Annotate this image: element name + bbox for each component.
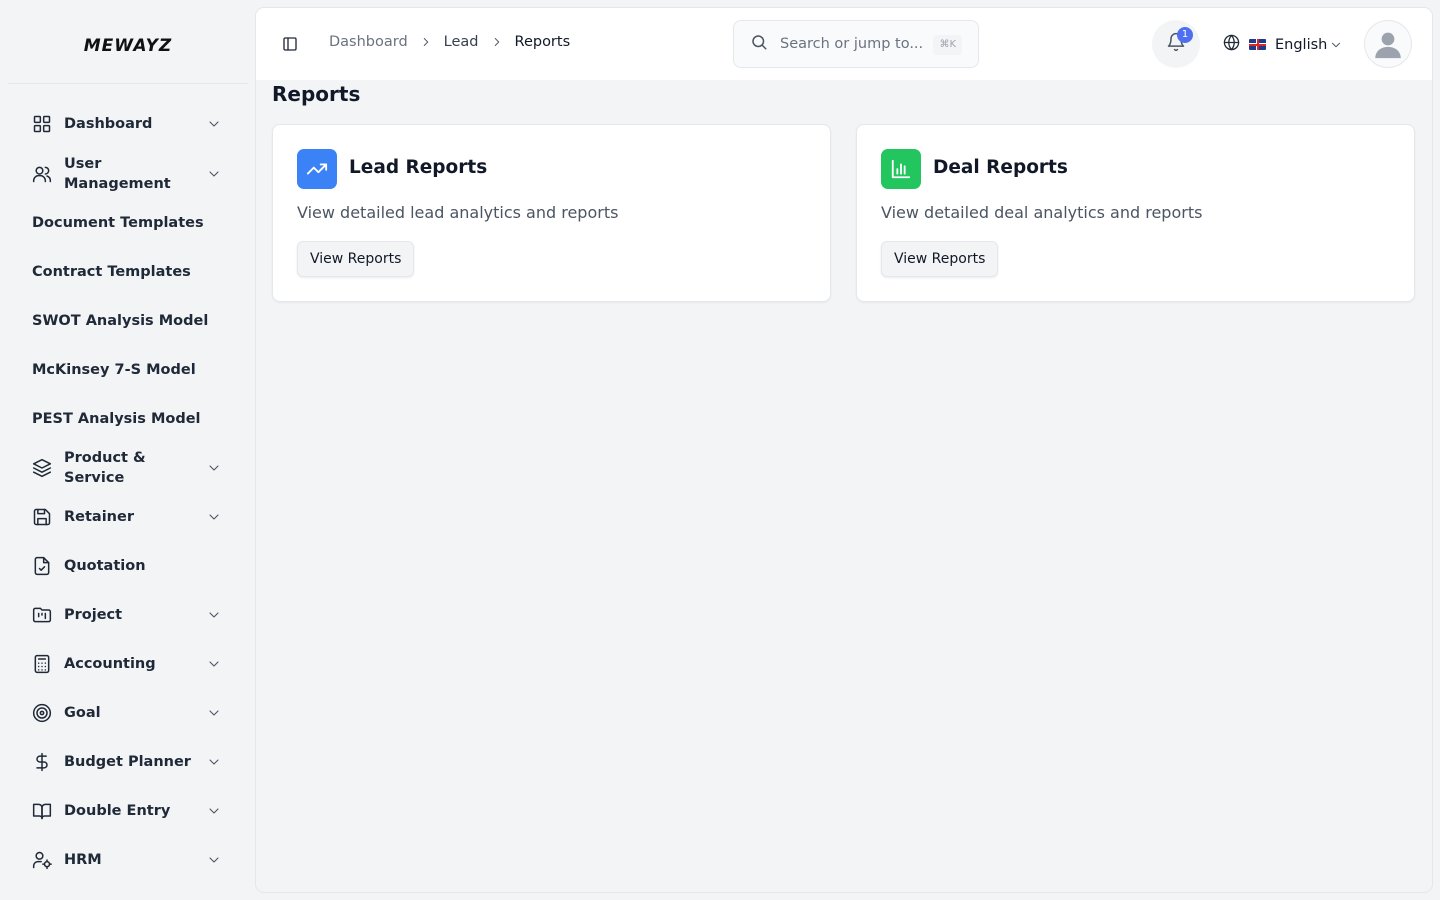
sidebar-item-label: HRM — [64, 852, 102, 868]
uk-flag-icon — [1249, 39, 1266, 50]
sidebar-item-label: Document Templates — [32, 215, 204, 231]
layers-icon — [32, 458, 52, 478]
search-icon — [750, 33, 768, 55]
logo[interactable]: MEWAYZ — [8, 8, 248, 84]
sidebar-item-document-templates[interactable]: Document Templates — [32, 213, 224, 233]
sidebar-item-budget-planner[interactable]: Budget Planner — [32, 752, 224, 772]
chevron-right-icon — [489, 34, 505, 50]
trending-up-icon — [297, 149, 337, 189]
chevron-down-icon — [206, 656, 222, 672]
notifications-button[interactable]: 1 — [1152, 20, 1200, 68]
sidebar-item-label: Retainer — [64, 509, 134, 525]
sidebar-item-label: McKinsey 7-S Model — [32, 362, 196, 378]
globe-icon — [1223, 34, 1240, 55]
chevron-down-icon — [206, 460, 222, 476]
sidebar-item-goal[interactable]: Goal — [32, 703, 224, 723]
card-title: Deal Reports — [933, 157, 1068, 178]
grid-icon — [32, 114, 52, 134]
save-icon — [32, 507, 52, 527]
dollar-icon — [32, 752, 52, 772]
card-description: View detailed deal analytics and reports — [881, 203, 1203, 222]
sidebar-item-label: PEST Analysis Model — [32, 411, 201, 427]
search-placeholder: Search or jump to... — [780, 36, 924, 52]
sidebar-item-project[interactable]: Project — [32, 605, 224, 625]
sidebar-item-label: Contract Templates — [32, 264, 191, 280]
chevron-down-icon — [206, 607, 222, 623]
file-check-icon — [32, 556, 52, 576]
sidebar-item-user-management[interactable]: User Management — [32, 154, 224, 194]
logo-text: MEWAYZ — [83, 35, 173, 56]
sidebar-item-retainer[interactable]: Retainer — [32, 507, 224, 527]
sidebar-item-swot-analysis[interactable]: SWOT Analysis Model — [32, 311, 224, 331]
search-shortcut: ⌘K — [933, 35, 962, 55]
chevron-down-icon — [1329, 38, 1343, 52]
bar-chart-icon — [881, 149, 921, 189]
search-input[interactable]: Search or jump to... ⌘K — [733, 20, 979, 68]
sidebar-item-double-entry[interactable]: Double Entry — [32, 801, 224, 821]
sidebar-item-label: User Management — [64, 156, 171, 192]
sidebar: MEWAYZ Dashboard User Management Documen… — [0, 0, 256, 900]
sidebar-item-label: Goal — [64, 705, 101, 721]
sidebar-item-label: Budget Planner — [64, 754, 191, 770]
folder-kanban-icon — [32, 605, 52, 625]
chevron-down-icon — [206, 803, 222, 819]
chevron-down-icon — [206, 116, 222, 132]
breadcrumb-reports: Reports — [514, 34, 571, 50]
chevron-down-icon — [206, 166, 222, 182]
card-title: Lead Reports — [349, 157, 488, 178]
chevron-down-icon — [206, 509, 222, 525]
language-selector[interactable]: English — [1223, 34, 1343, 55]
target-icon — [32, 703, 52, 723]
chevron-down-icon — [206, 754, 222, 770]
chevron-down-icon — [206, 705, 222, 721]
sidebar-item-label: Product & Service — [64, 450, 146, 486]
user-avatar[interactable] — [1364, 20, 1412, 68]
card-description: View detailed lead analytics and reports — [297, 203, 619, 222]
breadcrumb-lead[interactable]: Lead — [444, 34, 479, 50]
lead-reports-card: Lead Reports View detailed lead analytic… — [272, 124, 831, 302]
breadcrumb: Dashboard Lead Reports — [329, 34, 570, 50]
users-icon — [32, 164, 52, 184]
view-deal-reports-button[interactable]: View Reports — [881, 241, 999, 277]
sidebar-item-label: Double Entry — [64, 803, 171, 819]
notification-badge: 1 — [1177, 27, 1193, 43]
page-title: Reports — [272, 82, 361, 106]
book-open-icon — [32, 801, 52, 821]
chevron-down-icon — [206, 852, 222, 868]
sidebar-item-label: Quotation — [64, 558, 146, 574]
chevron-right-icon — [418, 34, 434, 50]
language-label: English — [1275, 36, 1328, 53]
sidebar-item-quotation[interactable]: Quotation — [32, 556, 224, 576]
deal-reports-card: Deal Reports View detailed deal analytic… — [856, 124, 1415, 302]
sidebar-item-accounting[interactable]: Accounting — [32, 654, 224, 674]
sidebar-item-label: Accounting — [64, 656, 156, 672]
sidebar-item-product-service[interactable]: Product & Service — [32, 448, 224, 488]
sidebar-item-mckinsey-7s[interactable]: McKinsey 7-S Model — [32, 360, 224, 380]
sidebar-item-label: Project — [64, 607, 123, 623]
user-icon — [1375, 32, 1401, 59]
sidebar-toggle-icon[interactable] — [282, 36, 298, 52]
sidebar-item-pest-analysis[interactable]: PEST Analysis Model — [32, 409, 224, 429]
sidebar-item-label: SWOT Analysis Model — [32, 313, 209, 329]
main-panel: Dashboard Lead Reports Search or jump to… — [256, 8, 1432, 892]
user-cog-icon — [32, 850, 52, 870]
view-lead-reports-button[interactable]: View Reports — [297, 241, 415, 277]
top-bar: Dashboard Lead Reports Search or jump to… — [256, 8, 1432, 80]
sidebar-item-dashboard[interactable]: Dashboard — [32, 114, 224, 134]
breadcrumb-dashboard[interactable]: Dashboard — [329, 34, 408, 50]
sidebar-item-label: Dashboard — [64, 116, 153, 132]
sidebar-item-hrm[interactable]: HRM — [32, 850, 224, 870]
sidebar-item-contract-templates[interactable]: Contract Templates — [32, 262, 224, 282]
calculator-icon — [32, 654, 52, 674]
